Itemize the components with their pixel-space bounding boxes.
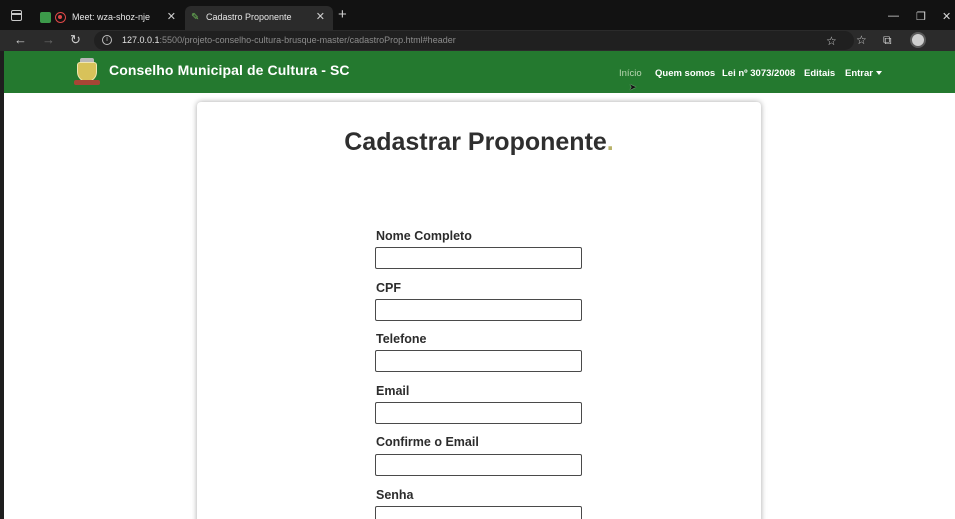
label-senha: Senha <box>376 488 414 502</box>
restore-icon[interactable]: ❐ <box>916 10 926 23</box>
tab-meet[interactable]: Meet: wza-shoz-nje ✕ <box>32 6 184 30</box>
nome-completo-input[interactable] <box>375 247 582 269</box>
close-icon[interactable]: ✕ <box>316 10 325 23</box>
label-telefone: Telefone <box>376 332 427 346</box>
caret-down-icon <box>875 71 882 76</box>
tab-title: Meet: wza-shoz-nje <box>72 12 151 22</box>
reload-icon[interactable]: ↻ <box>70 32 81 48</box>
recording-icon <box>55 12 66 23</box>
site-favicon-icon: ✎ <box>191 12 200 23</box>
cpf-input[interactable] <box>375 299 582 321</box>
back-arrow-icon[interactable]: ← <box>14 32 27 47</box>
new-tab-button[interactable]: + <box>338 7 347 22</box>
site-brand[interactable]: Conselho Municipal de Cultura - SC <box>109 62 350 78</box>
window-close-icon[interactable]: ✕ <box>942 10 951 23</box>
tab-title: Cadastro Proponente <box>206 12 292 22</box>
browser-toolbar: ← → ↻ i 127.0.0.1:5500/projeto-conselho-… <box>0 30 955 51</box>
label-confirme-email: Confirme o Email <box>376 435 479 449</box>
label-nome: Nome Completo <box>376 229 472 243</box>
telefone-input[interactable] <box>375 350 582 372</box>
coat-of-arms-logo[interactable] <box>74 58 100 86</box>
nav-lei[interactable]: Lei nº 3073/2008 <box>722 68 795 79</box>
favorites-add-icon[interactable]: ☆ <box>826 34 837 48</box>
register-card: Cadastrar Proponente. Nome Completo CPF … <box>197 102 761 519</box>
page-title: Cadastrar Proponente. <box>344 128 614 156</box>
minimize-icon[interactable]: — <box>888 10 899 22</box>
senha-input[interactable] <box>375 506 582 519</box>
address-bar[interactable]: i 127.0.0.1:5500/projeto-conselho-cultur… <box>94 31 854 50</box>
label-cpf: CPF <box>376 281 401 295</box>
nav-quem-somos[interactable]: Quem somos <box>655 68 715 79</box>
forward-arrow-icon[interactable]: → <box>42 32 55 47</box>
collections-icon[interactable]: ⧉ <box>883 33 892 48</box>
profile-avatar[interactable] <box>910 32 926 48</box>
favorites-icon[interactable]: ☆ <box>856 33 867 47</box>
info-icon[interactable]: i <box>102 35 112 45</box>
confirm-email-input[interactable] <box>375 454 582 476</box>
web-page: Conselho Municipal de Cultura - SC Iníci… <box>4 51 955 519</box>
nav-editais[interactable]: Editais <box>804 68 835 79</box>
browser-tabstrip: Meet: wza-shoz-nje ✕ ✎ Cadastro Proponen… <box>0 0 955 30</box>
nav-inicio[interactable]: Início <box>619 68 642 79</box>
label-email: Email <box>376 384 410 398</box>
tab-actions-icon[interactable] <box>8 8 28 24</box>
meet-favicon-icon <box>40 12 51 23</box>
mouse-cursor-icon: ➤ <box>629 82 637 92</box>
email-input[interactable] <box>375 402 582 424</box>
nav-entrar-dropdown[interactable]: Entrar <box>845 68 882 79</box>
site-navbar: Conselho Municipal de Cultura - SC Iníci… <box>4 51 955 93</box>
url-text[interactable]: 127.0.0.1:5500/projeto-conselho-cultura-… <box>122 35 456 45</box>
close-icon[interactable]: ✕ <box>167 10 176 23</box>
tab-cadastro[interactable]: ✎ Cadastro Proponente ✕ <box>185 6 333 30</box>
